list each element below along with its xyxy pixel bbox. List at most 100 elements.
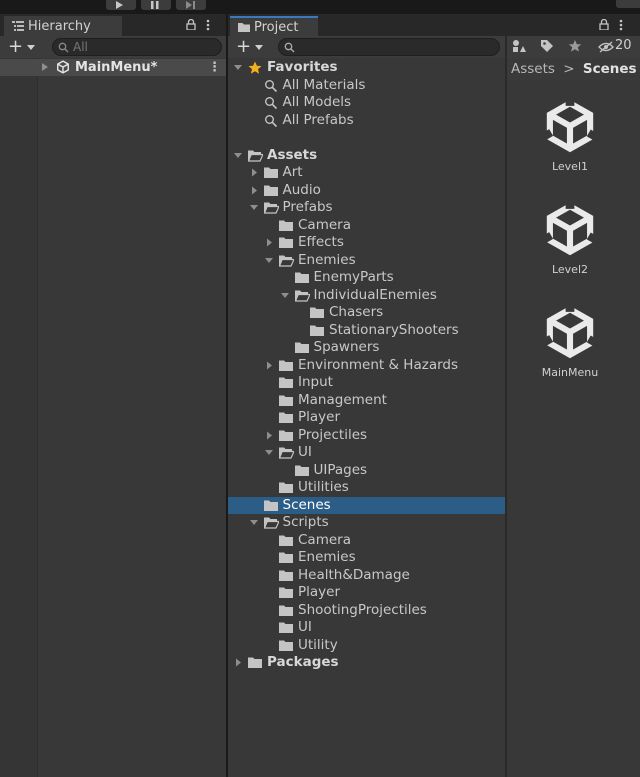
tree-item-label: Camera xyxy=(298,531,351,548)
tree-item[interactable]: Management xyxy=(228,392,505,410)
hierarchy-scene-row[interactable]: MainMenu* ⋮ xyxy=(0,59,226,76)
folder-icon xyxy=(238,23,250,32)
scene-name: MainMenu* xyxy=(75,60,158,75)
asset-tile[interactable]: Level2 xyxy=(520,201,620,276)
hidden-count: 20 xyxy=(615,38,632,53)
hierarchy-tab-controls xyxy=(186,19,210,31)
tree-item[interactable]: Player xyxy=(228,584,505,602)
tree-item[interactable]: Health&Damage xyxy=(228,567,505,585)
tree-item-label: All Materials xyxy=(282,76,366,93)
unity-scene-icon xyxy=(520,304,620,360)
hierarchy-list-icon xyxy=(12,21,24,31)
tree-item-label: Packages xyxy=(267,654,339,670)
asset-tile[interactable]: Level1 xyxy=(520,98,620,173)
chevron-down-icon[interactable] xyxy=(27,45,35,50)
tree-item[interactable]: Spawners xyxy=(228,339,505,357)
tree-item[interactable]: All Materials xyxy=(228,77,505,95)
tree-item[interactable]: Enemies xyxy=(228,549,505,567)
tree-item[interactable]: Player xyxy=(228,409,505,427)
search-icon xyxy=(58,42,69,53)
tree-item[interactable]: Camera xyxy=(228,532,505,550)
hierarchy-gutter xyxy=(0,58,38,777)
expand-closed-arrow-icon[interactable] xyxy=(234,654,244,672)
tree-item[interactable]: Assets xyxy=(228,147,505,165)
pause-icon xyxy=(151,1,159,9)
tree-item-label: Spawners xyxy=(313,339,380,355)
tree-item[interactable]: Camera xyxy=(228,217,505,235)
tree-item[interactable]: Packages xyxy=(228,654,505,672)
tree-item[interactable]: Enemies xyxy=(228,252,505,270)
more-options-icon[interactable] xyxy=(206,19,210,31)
expand-open-arrow-icon[interactable] xyxy=(234,147,244,165)
step-button[interactable] xyxy=(176,0,206,10)
expand-closed-arrow-icon[interactable] xyxy=(265,427,275,445)
expand-open-arrow-icon[interactable] xyxy=(265,444,275,462)
hidden-eye-icon[interactable] xyxy=(598,41,614,53)
tree-item[interactable]: Input xyxy=(228,374,505,392)
filter-by-type-icon[interactable] xyxy=(512,39,526,53)
tree-item[interactable]: Utility xyxy=(228,637,505,655)
tree-item[interactable]: EnemyParts xyxy=(228,269,505,287)
expand-closed-arrow-icon[interactable] xyxy=(265,234,275,252)
tab-project[interactable]: Project xyxy=(230,16,318,36)
tree-item-label: All Prefabs xyxy=(282,111,354,128)
more-options-icon[interactable] xyxy=(619,19,623,31)
pause-button[interactable] xyxy=(141,0,171,10)
lock-icon[interactable] xyxy=(599,19,609,30)
play-button[interactable] xyxy=(106,0,136,10)
asset-tile[interactable]: MainMenu xyxy=(520,304,620,379)
tree-item-label: Projectiles xyxy=(298,426,368,443)
tree-item-label: Favorites xyxy=(267,59,338,75)
more-options-icon[interactable]: ⋮ xyxy=(208,59,221,76)
tree-item[interactable]: All Models xyxy=(228,94,505,112)
asset-label: Level2 xyxy=(551,263,589,276)
tree-item[interactable]: IndividualEnemies xyxy=(228,287,505,305)
expand-arrow-icon[interactable] xyxy=(42,63,48,71)
tree-item[interactable]: Environment & Hazards xyxy=(228,357,505,375)
tree-item-label: Prefabs xyxy=(282,199,333,215)
expand-open-arrow-icon[interactable] xyxy=(249,199,260,217)
tab-hierarchy[interactable]: Hierarchy xyxy=(4,16,122,36)
tree-item[interactable]: UI xyxy=(228,619,505,637)
favorite-star-icon[interactable] xyxy=(568,39,582,53)
tree-item[interactable]: Chasers xyxy=(228,304,505,322)
create-button[interactable]: + xyxy=(236,37,251,57)
tree-item[interactable]: UI xyxy=(228,444,505,462)
breadcrumb-current[interactable]: Scenes xyxy=(583,61,637,77)
hierarchy-search-input[interactable]: All xyxy=(52,38,222,56)
tree-item-label: IndividualEnemies xyxy=(313,286,437,303)
tree-item[interactable]: ShootingProjectiles xyxy=(228,602,505,620)
tree-item[interactable]: UIPages xyxy=(228,462,505,480)
tree-item[interactable]: Audio xyxy=(228,182,505,200)
expand-open-arrow-icon[interactable] xyxy=(234,59,244,77)
tree-item[interactable]: Art xyxy=(228,164,505,182)
expand-open-arrow-icon[interactable] xyxy=(265,252,275,270)
tree-item-label: Art xyxy=(282,164,303,180)
tree-item-label: Player xyxy=(298,584,341,600)
tree-item[interactable]: Prefabs xyxy=(228,199,505,217)
chevron-down-icon[interactable] xyxy=(255,45,263,50)
tree-item[interactable]: Favorites xyxy=(228,59,505,77)
tree-item[interactable]: Utilities xyxy=(228,479,505,497)
project-search-input[interactable] xyxy=(278,38,500,56)
filter-by-label-icon[interactable] xyxy=(540,39,554,53)
tree-item[interactable]: StationaryShooters xyxy=(228,322,505,340)
tree-item[interactable]: Effects xyxy=(228,234,505,252)
tree-item[interactable]: Scenes xyxy=(228,496,505,514)
expand-closed-arrow-icon[interactable] xyxy=(250,164,260,182)
create-button[interactable]: + xyxy=(8,37,23,57)
tree-item[interactable]: All Prefabs xyxy=(228,112,505,130)
tree-item[interactable]: Projectiles xyxy=(228,427,505,445)
lock-icon[interactable] xyxy=(186,19,196,30)
expand-open-arrow-icon[interactable] xyxy=(249,514,260,532)
layout-corner-button[interactable] xyxy=(616,0,640,8)
tree-item-label: All Models xyxy=(282,94,352,110)
project-tab-controls xyxy=(599,19,623,31)
expand-closed-arrow-icon[interactable] xyxy=(265,357,275,375)
expand-open-arrow-icon[interactable] xyxy=(280,287,291,305)
expand-closed-arrow-icon[interactable] xyxy=(250,182,260,200)
hierarchy-toolbar: + All xyxy=(0,36,226,58)
asset-label: Level1 xyxy=(551,160,589,173)
tree-item[interactable]: Scripts xyxy=(228,514,505,532)
breadcrumb-root[interactable]: Assets xyxy=(511,61,555,77)
